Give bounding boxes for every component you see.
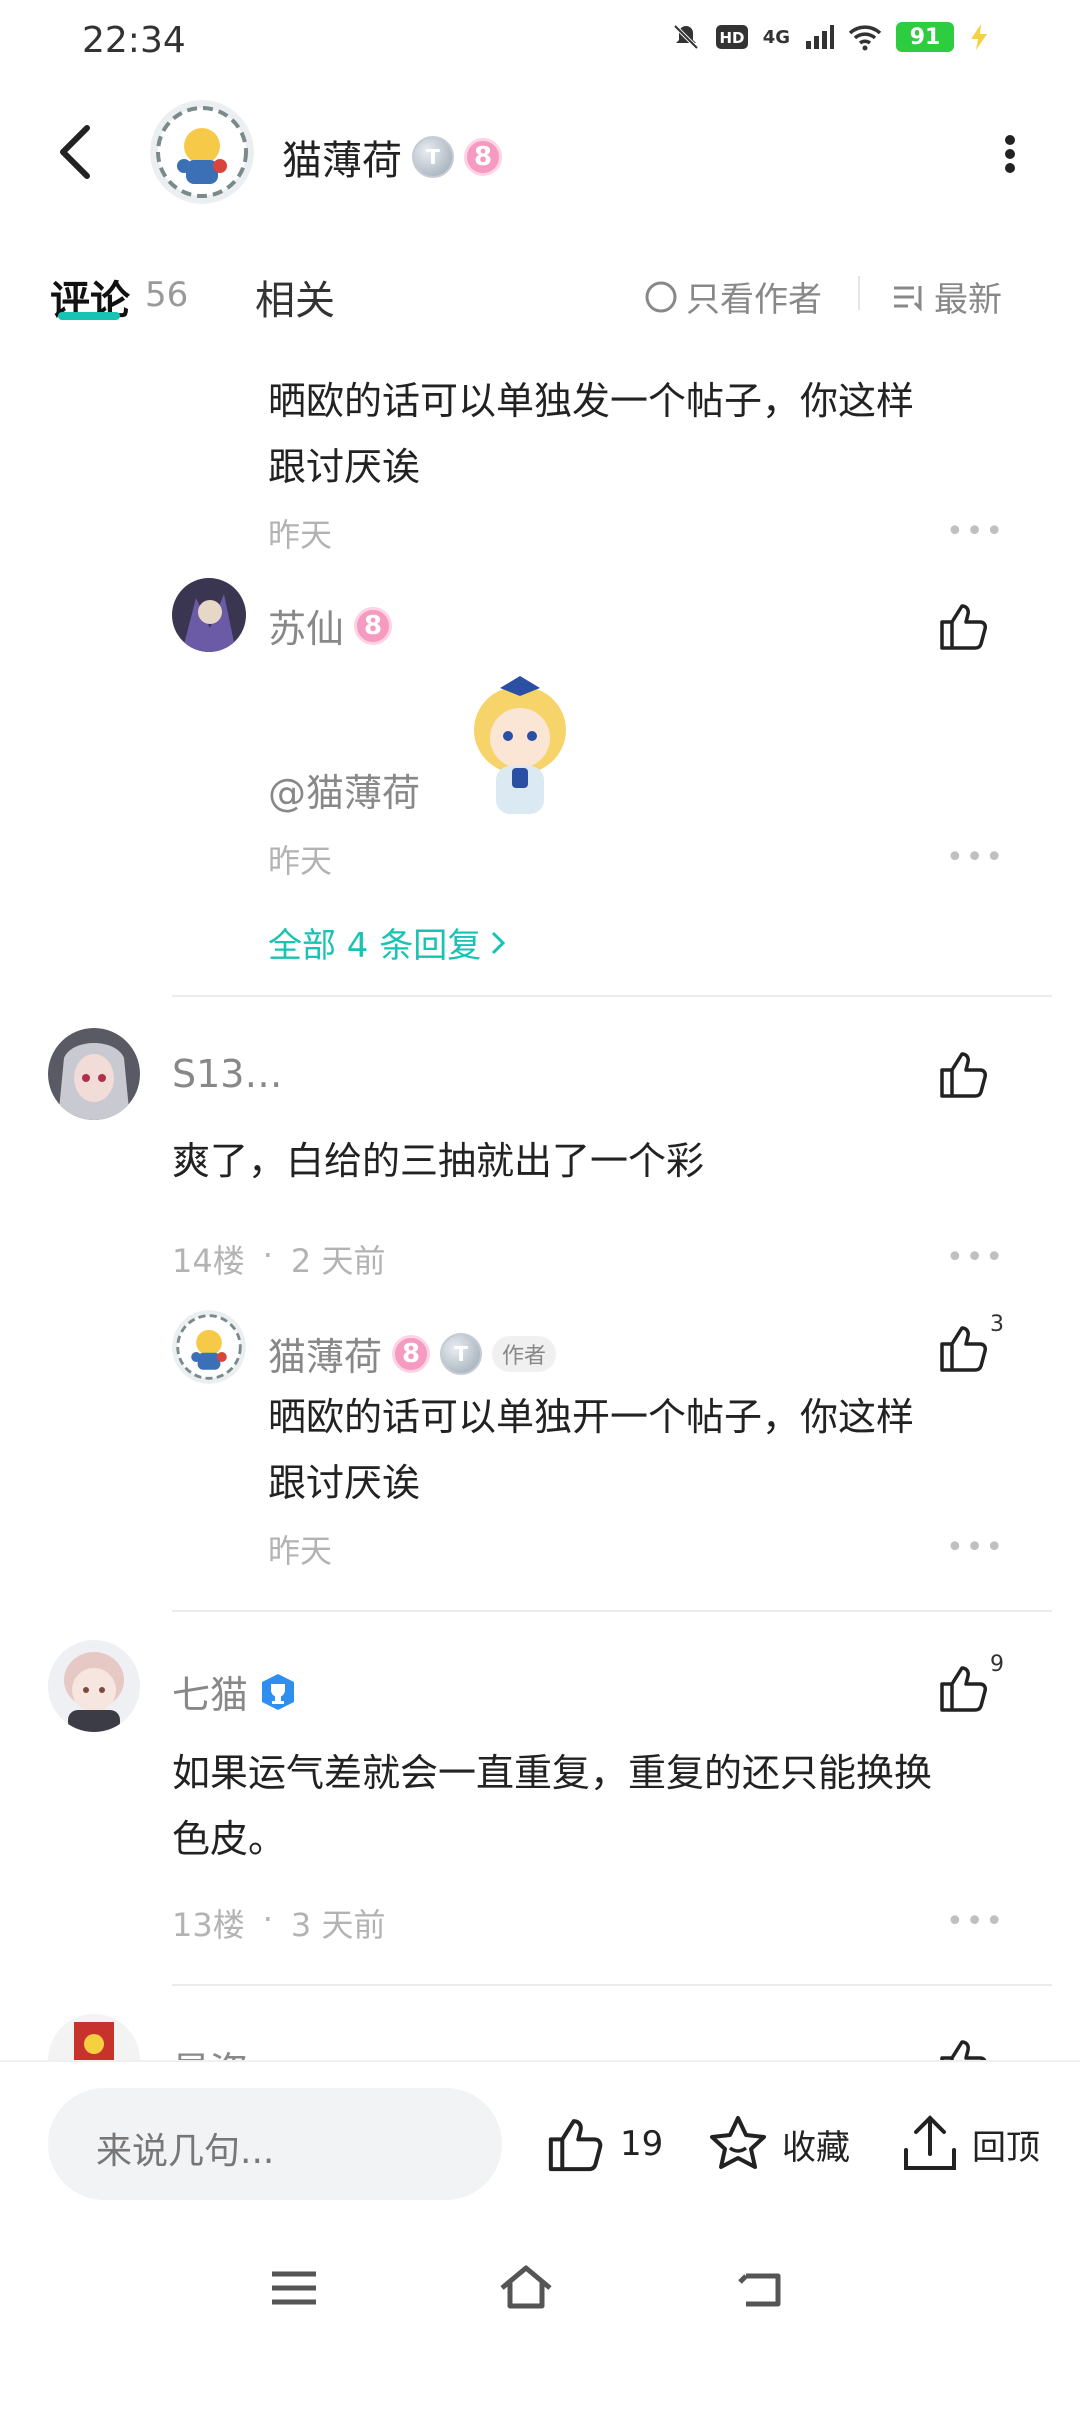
author-tag: 作者 — [492, 1335, 557, 1372]
more-icon[interactable]: ••• — [946, 1904, 1005, 1939]
comments-count: 56 — [145, 275, 189, 315]
more-options-icon[interactable] — [1004, 132, 1016, 176]
all-replies-link[interactable]: 全部 4 条回复 — [268, 918, 507, 967]
like-post-button[interactable]: 19 — [544, 2112, 663, 2176]
tab-related[interactable]: 相关 — [255, 268, 335, 326]
mute-icon — [673, 24, 699, 50]
wifi-icon — [848, 25, 882, 51]
comment-username[interactable]: S13… — [172, 1052, 282, 1096]
reply-text-line: 晒欧的话可以单独开一个帖子，你这样 — [268, 1395, 915, 1439]
upload-arrow-icon — [904, 2115, 956, 2170]
all-replies-label: 全部 4 条回复 — [268, 926, 482, 966]
network-type: 4G — [762, 26, 790, 48]
more-icon[interactable]: ••• — [946, 1530, 1005, 1565]
level-badge: 8 — [354, 606, 393, 645]
comment-text: 爽了，白给的三抽就出了一个彩 — [172, 1139, 705, 1183]
reply-username-text: 苏仙 — [268, 607, 345, 651]
reply-time: 昨天 — [268, 842, 333, 880]
favorite-button[interactable]: 收藏 — [706, 2112, 850, 2176]
back-icon[interactable] — [55, 122, 95, 182]
sort-icon — [894, 285, 922, 312]
reply-text-line: 跟讨厌诶 — [268, 1461, 421, 1505]
more-icon[interactable]: ••• — [946, 514, 1005, 549]
author-name[interactable]: 猫薄荷 T 8 — [282, 128, 502, 186]
radio-icon — [645, 281, 677, 312]
status-icons: HD 4G 91 — [671, 22, 990, 52]
floor-number: 14楼 — [172, 1242, 245, 1280]
title-badge-icon: T — [412, 136, 454, 178]
avatar[interactable] — [48, 1028, 140, 1120]
back-to-top-label: 回顶 — [972, 2127, 1040, 2168]
comment-meta: 13楼 · 3 天前 — [172, 1900, 385, 1946]
comment-text-line: 色皮。 — [172, 1817, 287, 1861]
like-icon[interactable] — [936, 1320, 992, 1376]
comment-username-text: 七猫 — [172, 1673, 249, 1717]
like-icon — [548, 2119, 603, 2172]
sort-label: 最新 — [934, 280, 1002, 320]
floor-number: 13楼 — [172, 1906, 245, 1944]
avatar[interactable] — [172, 1310, 246, 1384]
menu-icon[interactable] — [264, 2258, 324, 2318]
reply-username[interactable]: 猫薄荷 8 T 作者 — [268, 1326, 557, 1381]
more-icon[interactable]: ••• — [946, 1240, 1005, 1275]
home-icon[interactable] — [496, 2258, 556, 2318]
reply-time: 昨天 — [268, 516, 333, 554]
like-icon[interactable] — [936, 1046, 992, 1102]
sticker — [460, 670, 580, 820]
comment-time: 2 天前 — [290, 1242, 386, 1280]
reply-text: 晒欧的话可以单独开一个帖子，你这样 跟讨厌诶 — [268, 1384, 988, 1516]
verified-trophy-icon — [262, 1673, 295, 1710]
like-icon[interactable] — [936, 598, 992, 654]
like-count: 3 — [990, 1312, 1004, 1337]
back-nav-icon[interactable] — [732, 2258, 792, 2318]
reply-time: 昨天 — [268, 1532, 333, 1570]
reply-text-line: 晒欧的话可以单独发一个帖子，你这样 — [268, 379, 915, 423]
charging-icon — [971, 24, 987, 50]
back-to-top-button[interactable]: 回顶 — [900, 2112, 1040, 2176]
author-username: 猫薄荷 — [282, 138, 402, 184]
comment-text-line: 如果运气差就会一直重复，重复的还只能换换 — [172, 1751, 933, 1795]
like-icon[interactable] — [936, 1660, 992, 1716]
reply-username[interactable]: 苏仙 8 — [268, 598, 393, 653]
comment-input-placeholder: 来说几句... — [96, 2131, 275, 2172]
comment-username[interactable]: 七猫 — [172, 1664, 298, 1719]
hd-icon: HD — [715, 25, 748, 49]
reply-text: 晒欧的话可以单独发一个帖子，你这样 跟讨厌诶 — [268, 368, 988, 500]
filter-author-only[interactable]: 只看作者 — [644, 272, 822, 321]
comment-meta: 14楼 · 2 天前 — [172, 1236, 385, 1282]
tab-active-indicator — [58, 312, 120, 320]
like-count: 9 — [990, 1652, 1004, 1677]
filter-author-label: 只看作者 — [686, 280, 822, 320]
like-post-count: 19 — [620, 2124, 664, 2164]
title-badge-icon: T — [440, 1332, 483, 1375]
sort-latest[interactable]: 最新 — [892, 272, 1002, 321]
meta-dot: · — [262, 1900, 273, 1938]
star-icon — [710, 2116, 766, 2169]
avatar[interactable] — [172, 578, 246, 652]
battery-icon: 91 — [896, 22, 954, 52]
mention-text[interactable]: @猫薄荷 — [268, 762, 420, 817]
avatar[interactable] — [48, 1640, 140, 1732]
svg-text:HD: HD — [719, 29, 744, 47]
divider — [172, 1984, 1052, 1986]
filter-divider — [858, 276, 860, 310]
divider — [172, 995, 1052, 997]
favorite-label: 收藏 — [782, 2127, 850, 2168]
status-time: 22:34 — [82, 20, 186, 61]
reply-username-text: 猫薄荷 — [268, 1335, 383, 1379]
divider — [172, 1610, 1052, 1612]
reply-text-line: 跟讨厌诶 — [268, 445, 421, 489]
more-icon[interactable]: ••• — [946, 840, 1005, 875]
signal-icon — [806, 25, 834, 49]
comment-time: 3 天前 — [290, 1906, 386, 1944]
level-badge: 8 — [464, 138, 502, 176]
comment-text: 如果运气差就会一直重复，重复的还只能换换 色皮。 — [172, 1740, 1012, 1872]
battery-level: 91 — [909, 24, 941, 50]
chevron-right-icon — [492, 931, 506, 954]
meta-dot: · — [262, 1236, 273, 1274]
level-badge: 8 — [392, 1334, 431, 1373]
author-avatar[interactable] — [150, 100, 254, 204]
